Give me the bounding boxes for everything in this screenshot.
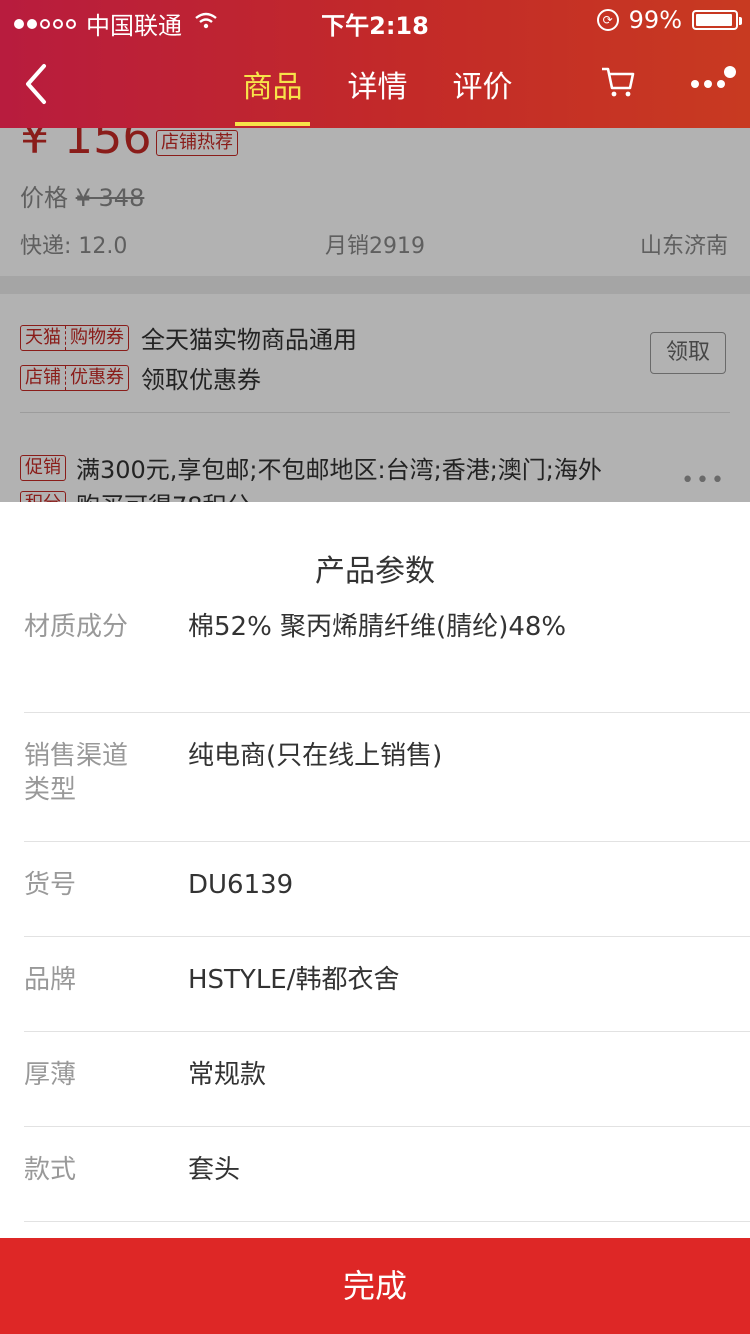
more-icon <box>691 80 725 88</box>
battery-icon <box>692 10 742 30</box>
param-label: 销售渠道类型 <box>24 741 129 805</box>
param-row-sku: 货号 DU6139 <box>24 842 750 937</box>
param-value: 常规款 <box>188 1060 267 1090</box>
param-row-channel: 销售渠道类型 纯电商(只在线上销售) <box>24 713 750 842</box>
param-value: 套头 <box>188 1155 241 1185</box>
tab-goods[interactable]: 商品 <box>220 62 325 126</box>
param-label: 材质成分 <box>24 612 129 642</box>
param-label: 厚薄 <box>24 1060 77 1090</box>
status-bar: 中国联通 下午2:18 ⟳ 99% <box>0 0 750 40</box>
chevron-left-icon <box>26 64 46 104</box>
param-row-material: 材质成分 棉52% 聚丙烯腈纤维(腈纶)48% <box>24 610 750 713</box>
status-right: ⟳ 99% <box>596 6 742 34</box>
cart-button[interactable] <box>600 64 636 100</box>
notification-dot <box>724 66 736 78</box>
params-list: 材质成分 棉52% 聚丙烯腈纤维(腈纶)48% 销售渠道类型 纯电商(只在线上销… <box>24 610 750 1222</box>
top-bar: 中国联通 下午2:18 ⟳ 99% 商品 详情 评价 <box>0 0 750 128</box>
modal-overlay[interactable] <box>0 128 750 502</box>
cart-icon <box>602 67 635 97</box>
battery-percent: 99% <box>628 6 682 34</box>
param-value: 棉52% 聚丙烯腈纤维(腈纶)48% <box>188 612 567 642</box>
param-value: 纯电商(只在线上销售) <box>188 741 443 771</box>
params-sheet: 产品参数 材质成分 棉52% 聚丙烯腈纤维(腈纶)48% 销售渠道类型 纯电商(… <box>0 502 750 1334</box>
back-button[interactable] <box>18 60 58 108</box>
more-button[interactable] <box>690 66 740 100</box>
tab-bar: 商品 详情 评价 <box>220 62 535 126</box>
tab-reviews[interactable]: 评价 <box>430 62 535 126</box>
param-label: 货号 <box>24 870 77 900</box>
param-value: DU6139 <box>188 870 294 900</box>
param-value: HSTYLE/韩都衣舍 <box>188 965 400 995</box>
param-row-brand: 品牌 HSTYLE/韩都衣舍 <box>24 937 750 1032</box>
param-label: 品牌 <box>24 965 77 995</box>
param-label: 款式 <box>24 1155 77 1185</box>
sheet-title: 产品参数 <box>315 554 435 589</box>
tab-details[interactable]: 详情 <box>325 62 430 126</box>
rotation-lock-icon: ⟳ <box>596 9 619 31</box>
done-button[interactable]: 完成 <box>0 1238 750 1334</box>
param-row-style: 款式 套头 <box>24 1127 750 1222</box>
nav-bar: 商品 详情 评价 <box>0 40 750 128</box>
param-row-thickness: 厚薄 常规款 <box>24 1032 750 1127</box>
